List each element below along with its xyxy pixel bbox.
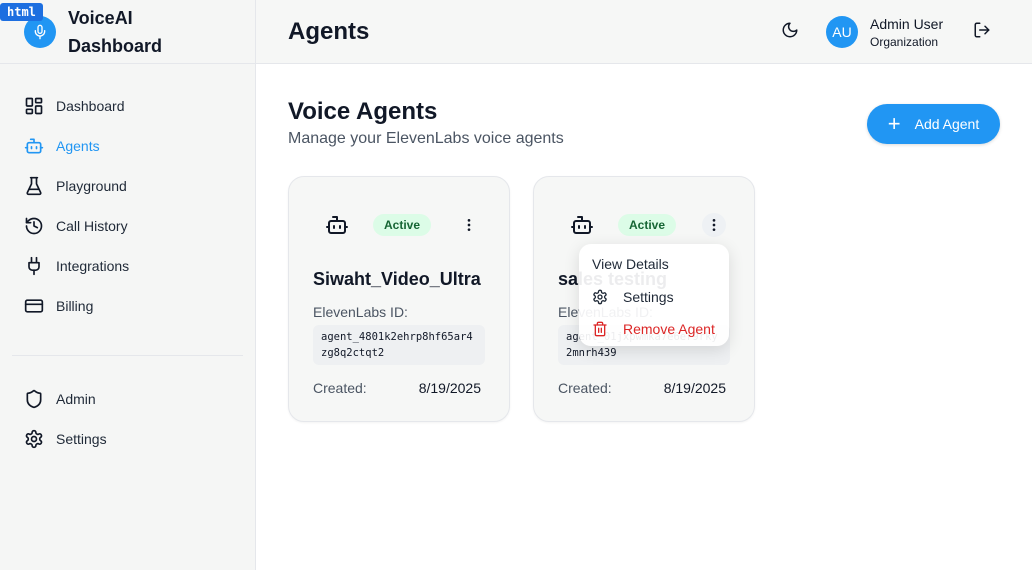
user-organization: Organization: [870, 35, 939, 49]
sidebar-item-label: Dashboard: [56, 98, 125, 114]
robot-icon: [570, 213, 594, 237]
created-date: 8/19/2025: [418, 380, 481, 396]
settings-label: Settings: [623, 289, 674, 305]
sidebar-divider: [12, 355, 243, 356]
view-details-label: View Details: [592, 256, 669, 272]
trash-icon: [591, 320, 609, 338]
add-agent-button[interactable]: + Add Agent: [867, 104, 1000, 144]
created-date: 8/19/2025: [663, 380, 726, 396]
add-agent-label: Add Agent: [914, 116, 980, 132]
plus-icon: +: [887, 111, 901, 136]
flask-icon: [24, 176, 44, 196]
agent-card[interactable]: Active Siwaht_Video_Ultra ElevenLabs ID:…: [288, 176, 510, 422]
gear-icon: [24, 429, 44, 449]
sidebar-item-label: Integrations: [56, 258, 130, 274]
sidebar-item-label: Billing: [56, 298, 94, 314]
status-badge: Active: [373, 214, 431, 236]
sidebar-item-settings[interactable]: Settings: [12, 419, 244, 459]
page-title: Agents: [288, 18, 370, 45]
view-details-menu-item[interactable]: View Details: [592, 256, 742, 272]
agent-id-value: agent_4801k2ehrp8hf65ar4zg8q2ctqt2: [313, 325, 485, 365]
sidebar-item-label: Playground: [56, 178, 127, 194]
logout-button[interactable]: [970, 20, 994, 44]
sidebar: VoiceAI Dashboard Dashboard Agents Playg…: [0, 0, 256, 570]
user-name: Admin User: [870, 16, 944, 32]
shield-icon: [24, 389, 44, 409]
credit-card-icon: [24, 296, 44, 316]
sidebar-bottom-nav: Admin Settings: [12, 379, 244, 459]
sidebar-item-label: Admin: [56, 391, 96, 407]
remove-agent-label: Remove Agent: [623, 321, 715, 337]
section-title: Voice Agents: [288, 98, 438, 125]
status-badge: Active: [618, 214, 676, 236]
sidebar-item-call-history[interactable]: Call History: [12, 206, 244, 246]
avatar[interactable]: AU: [826, 16, 858, 48]
more-vertical-icon: [712, 219, 716, 231]
sidebar-item-label: Call History: [56, 218, 128, 234]
sidebar-item-dashboard[interactable]: Dashboard: [12, 86, 244, 126]
moon-icon: [781, 21, 799, 44]
top-header: Agents AU Admin User Organization: [256, 0, 1032, 64]
more-vertical-icon: [467, 219, 471, 231]
sidebar-item-label: Agents: [56, 138, 100, 154]
agent-options-menu: View Details Settings Remove Agent: [579, 244, 729, 346]
sidebar-item-label: Settings: [56, 431, 107, 447]
html-badge: html: [0, 3, 43, 21]
robot-icon: [24, 136, 44, 156]
gear-icon: [591, 288, 609, 306]
history-icon: [24, 216, 44, 236]
agent-id-label: ElevenLabs ID:: [313, 304, 408, 320]
sidebar-item-playground[interactable]: Playground: [12, 166, 244, 206]
logout-icon: [973, 21, 991, 44]
brand-title: VoiceAI Dashboard: [68, 8, 163, 56]
more-options-button[interactable]: [457, 213, 481, 237]
sidebar-item-billing[interactable]: Billing: [12, 286, 244, 326]
settings-menu-item[interactable]: Settings: [579, 288, 729, 306]
agent-name: Siwaht_Video_Ultra: [313, 269, 481, 289]
more-options-button[interactable]: [702, 213, 726, 237]
sidebar-item-admin[interactable]: Admin: [12, 379, 244, 419]
sidebar-item-integrations[interactable]: Integrations: [12, 246, 244, 286]
grid-icon: [24, 96, 44, 116]
created-label: Created:: [313, 380, 367, 396]
sidebar-nav: Dashboard Agents Playground Call History…: [12, 86, 244, 326]
remove-agent-menu-item[interactable]: Remove Agent: [579, 320, 729, 338]
created-label: Created:: [558, 380, 612, 396]
plug-icon: [24, 256, 44, 276]
theme-toggle-button[interactable]: [778, 20, 802, 44]
robot-icon: [325, 213, 349, 237]
section-subtitle: Manage your ElevenLabs voice agents: [288, 130, 564, 147]
sidebar-item-agents[interactable]: Agents: [12, 126, 244, 166]
